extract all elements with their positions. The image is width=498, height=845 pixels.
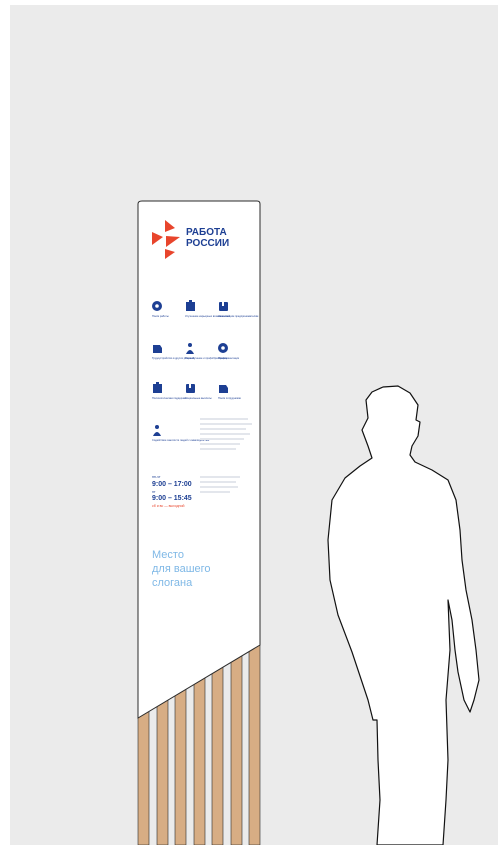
slogan-line2: для вашего bbox=[152, 563, 211, 575]
wood-slat bbox=[248, 639, 261, 845]
guidance-icon bbox=[218, 343, 228, 353]
weekend-label: сб и вс — выходной bbox=[152, 504, 185, 508]
brand-name-line1: РАБОТА bbox=[186, 227, 227, 238]
sign-panel bbox=[137, 200, 261, 719]
business-icon bbox=[219, 302, 228, 311]
document-icon bbox=[186, 384, 195, 393]
weekdays-label: пн-чт bbox=[152, 475, 161, 479]
service-label: Социальные выплаты bbox=[185, 396, 212, 400]
service-label: Начинающим предпринимателям bbox=[218, 314, 258, 318]
weekdays-time: 9:00 – 17:00 bbox=[152, 481, 192, 488]
friday-label: пт bbox=[152, 490, 156, 494]
service-label: Поиск работы bbox=[152, 314, 169, 318]
location-icon bbox=[153, 345, 162, 353]
slogan-line1: Место bbox=[152, 549, 184, 561]
employer-icon bbox=[219, 385, 228, 393]
signage-mockup-scene: РАБОТА РОССИИ Поиск работы Улучшение карь… bbox=[10, 5, 498, 845]
wood-slat bbox=[230, 639, 243, 845]
slogan-line3: слогана bbox=[152, 577, 193, 589]
service-label: Профориентация bbox=[218, 356, 240, 360]
friday-time: 9:00 – 15:45 bbox=[152, 495, 192, 502]
service-label: Психологическая поддержка bbox=[152, 396, 187, 400]
search-icon bbox=[152, 301, 162, 311]
brand-name-line2: РОССИИ bbox=[186, 238, 229, 249]
service-label: Поиск сотрудников bbox=[218, 396, 241, 400]
